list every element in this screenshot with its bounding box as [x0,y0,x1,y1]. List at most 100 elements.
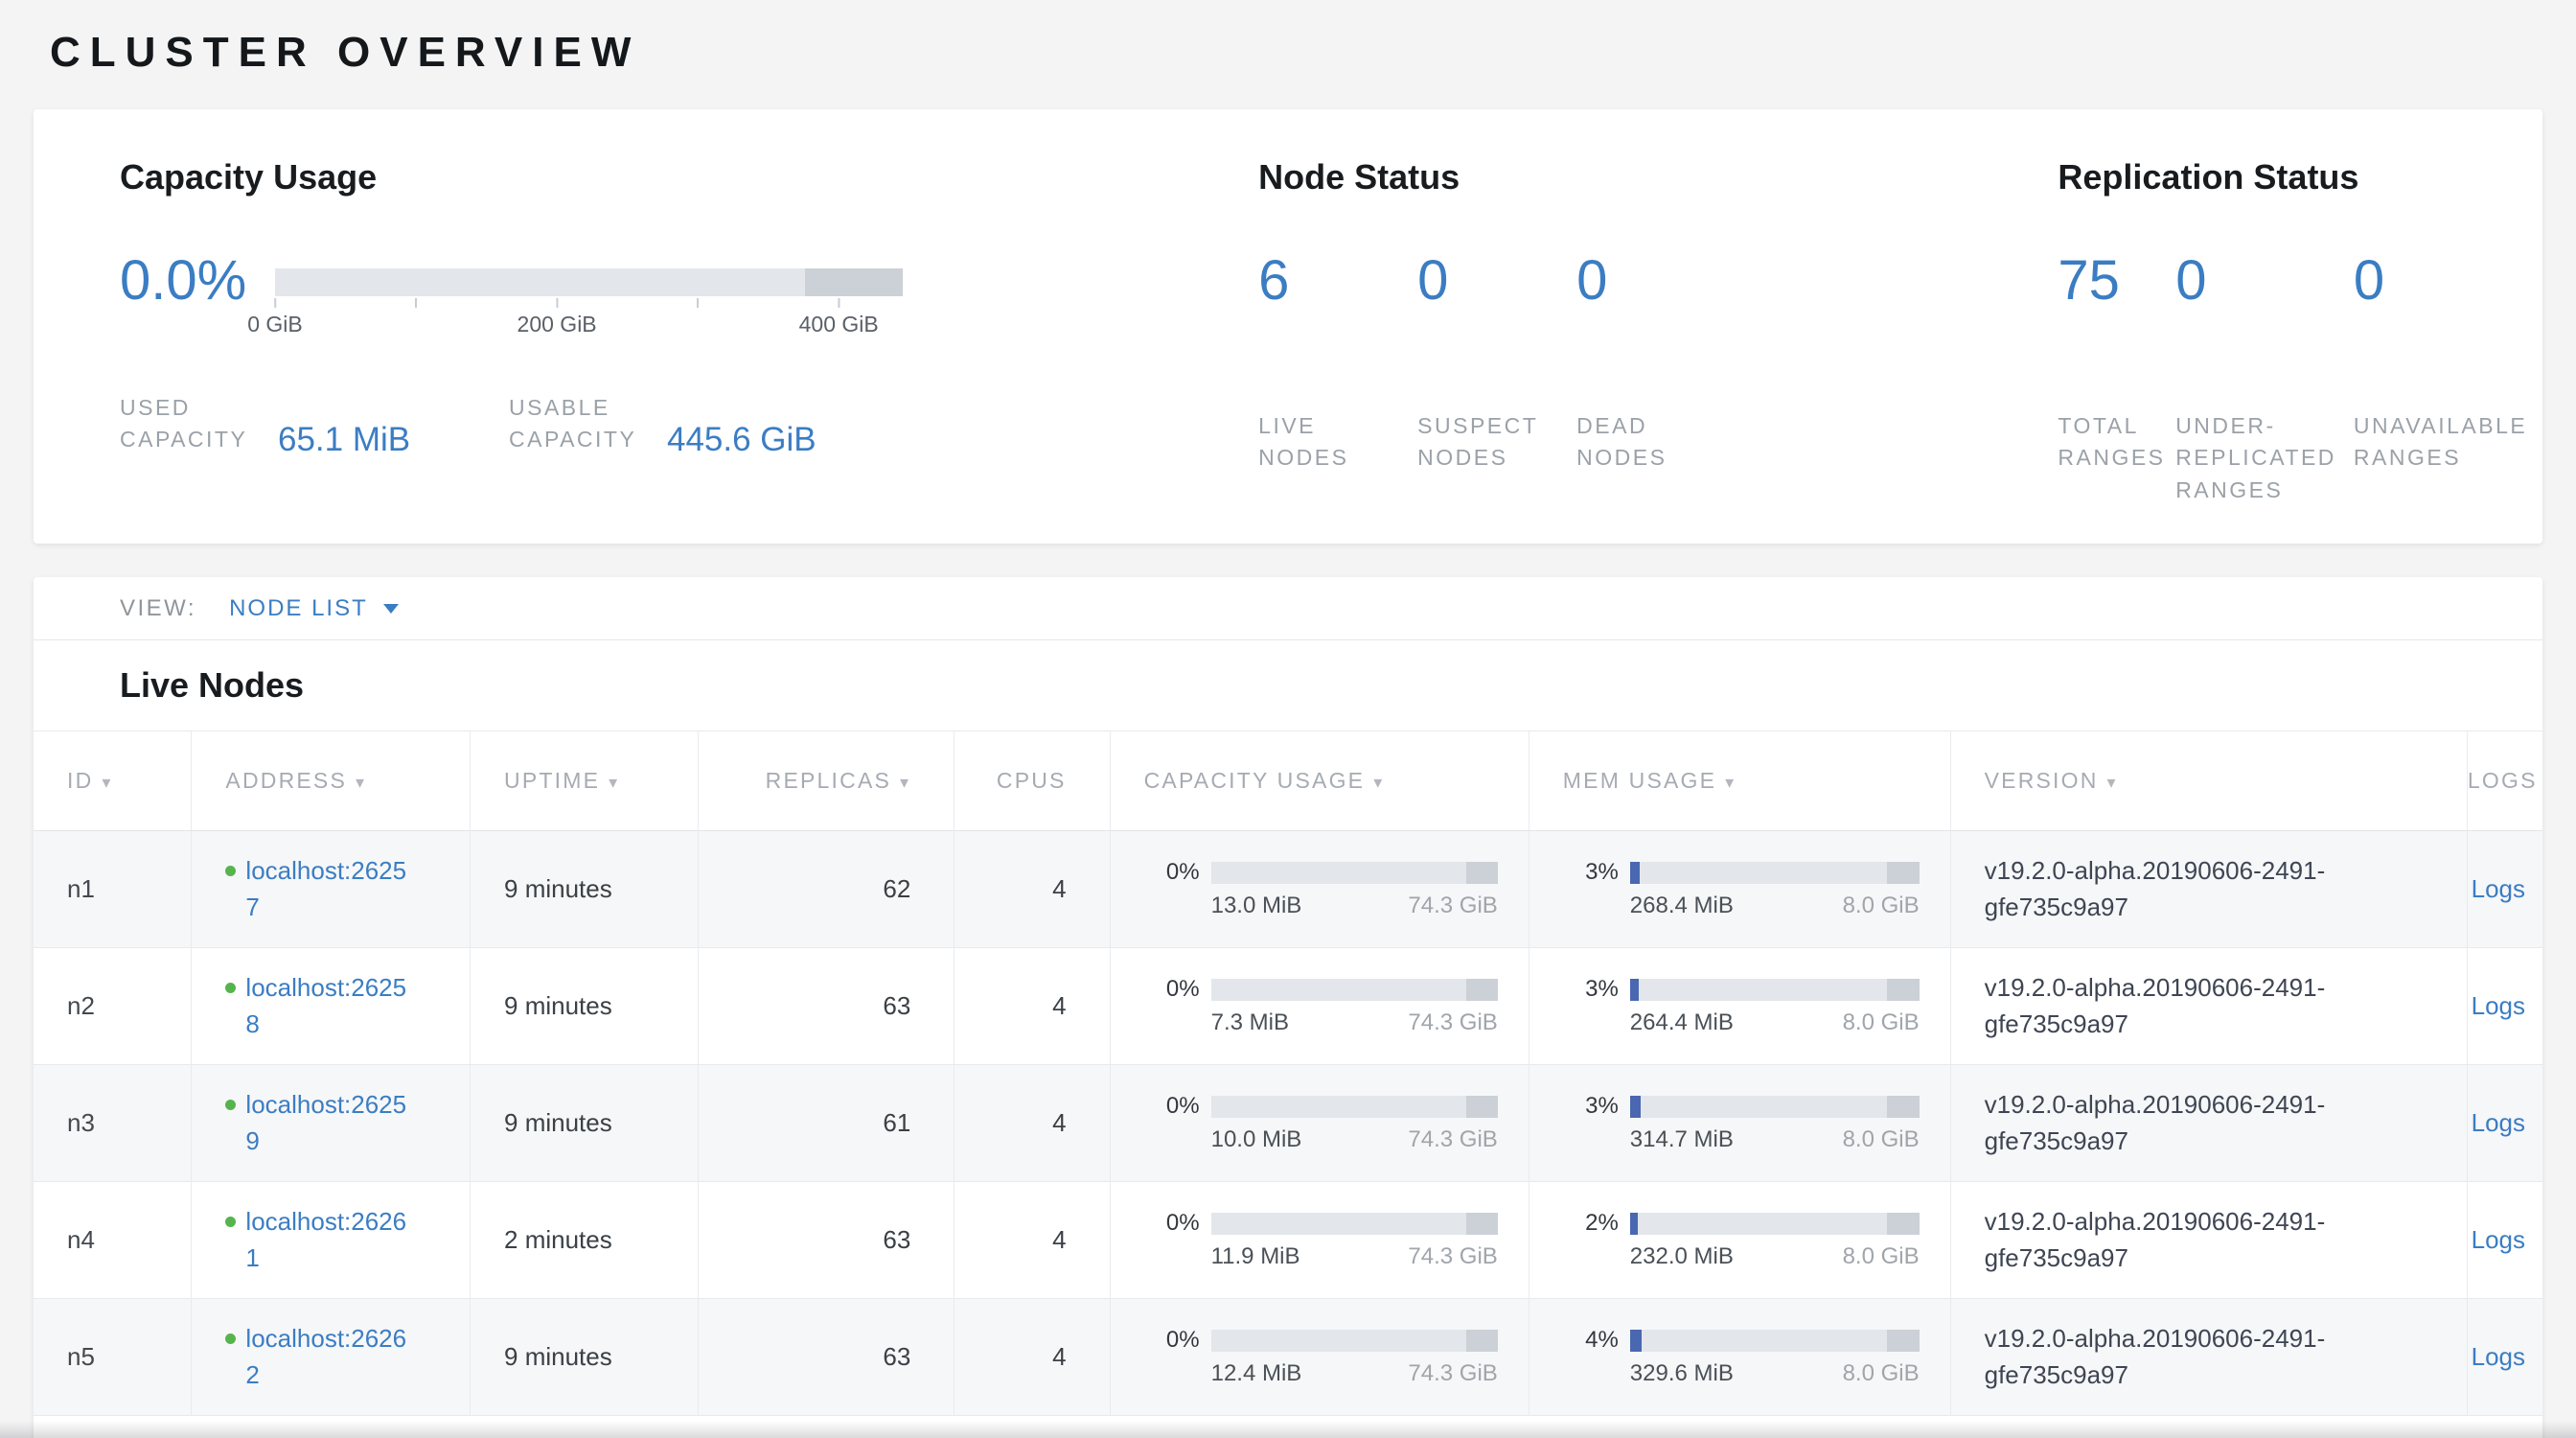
unavailable-ranges-value: 0 [2354,253,2542,309]
col-header-replicas[interactable]: REPLICAS▾ [699,731,954,831]
mem-mini-bar [1630,1096,1920,1118]
view-label: VIEW: [120,595,196,622]
logs-link[interactable]: Logs [2472,1108,2525,1137]
node-live-dot-icon [225,866,236,876]
logs-link[interactable]: Logs [2472,1342,2525,1371]
col-header-id[interactable]: ID▾ [34,731,192,831]
sort-caret-icon: ▾ [102,773,112,792]
mem-mini-bar [1630,862,1920,884]
mem-mini-bar [1630,1330,1920,1352]
total-ranges-stat: 75 TOTAL RANGES [2058,253,2175,506]
col-header-version[interactable]: VERSION▾ [1950,731,2467,831]
used-capacity-value: 65.1 MiB [278,423,410,458]
capacity-axis: 0 GiB 200 GiB 400 GiB [275,296,903,346]
total-ranges-label: TOTAL RANGES [2058,410,2175,475]
node-mem-cell: 3% 264.4 MiB8.0 GiB [1529,948,1950,1065]
node-capacity-cell: 0% 13.0 MiB74.3 GiB [1110,831,1529,948]
col-header-address[interactable]: ADDRESS▾ [192,731,471,831]
node-id: n4 [34,1182,192,1299]
capacity-usage-widget: 0% 13.0 MiB74.3 GiB [1144,859,1529,919]
suspect-nodes-stat: 0 SUSPECT NODES [1417,253,1576,475]
live-nodes-value: 6 [1258,253,1417,309]
table-row-partial [34,1416,2542,1438]
node-live-dot-icon [225,1217,236,1227]
node-replicas: 63 [699,948,954,1065]
node-live-dot-icon [225,1334,236,1344]
node-version: v19.2.0-alpha.20190606-2491-gfe735c9a97 [1950,1299,2467,1416]
mem-usage-widget: 3% 268.4 MiB8.0 GiB [1563,859,1950,919]
capacity-bar-reserved-segment [805,268,903,296]
node-status-section: Node Status 6 LIVE NODES 0 SUSPECT NODES… [1258,157,2058,506]
col-header-uptime[interactable]: UPTIME▾ [471,731,699,831]
node-live-dot-icon [225,1100,236,1110]
node-address-link[interactable]: localhost:26259 [245,1087,418,1159]
suspect-nodes-value: 0 [1417,253,1576,309]
node-address-link[interactable]: localhost:26257 [245,853,418,925]
node-address-link[interactable]: localhost:26261 [245,1204,418,1276]
summary-card: Capacity Usage 0.0% 0 GiB 200 GiB 400 Gi… [34,109,2542,544]
node-status-stats: 6 LIVE NODES 0 SUSPECT NODES 0 DEAD NODE… [1258,253,2058,475]
col-header-logs: LOGS [2467,731,2542,831]
axis-tick-minor [415,296,417,312]
col-header-cpus[interactable]: CPUS [954,731,1110,831]
node-uptime: 9 minutes [471,831,699,948]
node-cpus: 4 [954,1182,1110,1299]
capacity-usage-widget: 0% 12.4 MiB74.3 GiB [1144,1327,1529,1387]
view-selected-value: NODE LIST [229,595,368,622]
usable-capacity-stat: USABLE CAPACITY 445.6 GiB [509,392,816,456]
mem-mini-bar [1630,979,1920,1001]
node-address-cell: localhost:26262 [192,1299,471,1416]
node-logs-cell: Logs [2467,948,2542,1065]
table-row-n1: n1 localhost:26257 9 minutes 62 4 0% [34,831,2542,948]
col-header-capacity-usage[interactable]: CAPACITY USAGE▾ [1110,731,1529,831]
view-selector-dropdown[interactable]: NODE LIST [229,595,399,622]
capacity-mini-bar [1211,979,1498,1001]
node-capacity-cell: 0% 12.4 MiB74.3 GiB [1110,1299,1529,1416]
under-replicated-ranges-label: UNDER-REPLICATED RANGES [2175,410,2354,506]
node-replicas: 63 [699,1299,954,1416]
table-header-row: ID▾ ADDRESS▾ UPTIME▾ REPLICAS▾ CPUS CAPA… [34,731,2542,831]
replication-stats: 75 TOTAL RANGES 0 UNDER-REPLICATED RANGE… [2058,253,2542,506]
node-uptime: 2 minutes [471,1182,699,1299]
capacity-visual: 0.0% 0 GiB 200 GiB 400 GiB [120,253,1258,346]
axis-tick: 200 GiB [518,296,597,337]
nodes-card: VIEW: NODE LIST Live Nodes ID▾ ADDRESS▾ … [34,577,2542,1438]
dead-nodes-label: DEAD NODES [1576,410,1720,475]
chevron-down-icon [383,604,399,614]
node-address-link[interactable]: localhost:26258 [245,970,418,1042]
node-address-cell: localhost:26258 [192,948,471,1065]
replication-status-heading: Replication Status [2058,157,2542,197]
capacity-stats: USED CAPACITY 65.1 MiB USABLE CAPACITY 4… [120,392,1258,456]
node-version: v19.2.0-alpha.20190606-2491-gfe735c9a97 [1950,831,2467,948]
node-address-link[interactable]: localhost:26262 [245,1321,418,1393]
used-capacity-stat: USED CAPACITY 65.1 MiB [120,392,509,456]
node-logs-cell: Logs [2467,1299,2542,1416]
node-id: n1 [34,831,192,948]
node-address-cell: localhost:26257 [192,831,471,948]
live-nodes-label: LIVE NODES [1258,410,1402,475]
suspect-nodes-label: SUSPECT NODES [1417,410,1561,475]
mem-usage-widget: 3% 314.7 MiB8.0 GiB [1563,1093,1950,1153]
axis-tick: 0 GiB [247,296,303,337]
sort-caret-icon: ▾ [2107,773,2118,792]
node-mem-cell: 2% 232.0 MiB8.0 GiB [1529,1182,1950,1299]
usable-capacity-value: 445.6 GiB [667,423,816,458]
node-address-cell: localhost:26261 [192,1182,471,1299]
col-header-mem-usage[interactable]: MEM USAGE▾ [1529,731,1950,831]
axis-tick: 400 GiB [799,296,879,337]
mem-usage-widget: 4% 329.6 MiB8.0 GiB [1563,1327,1950,1387]
sort-caret-icon: ▾ [1725,773,1736,792]
table-row-n2: n2 localhost:26258 9 minutes 63 4 0% [34,948,2542,1065]
node-version: v19.2.0-alpha.20190606-2491-gfe735c9a97 [1950,1182,2467,1299]
cluster-overview-page: CLUSTER OVERVIEW Capacity Usage 0.0% 0 G… [0,0,2576,1438]
node-version: v19.2.0-alpha.20190606-2491-gfe735c9a97 [1950,1065,2467,1182]
node-capacity-cell: 0% 11.9 MiB74.3 GiB [1110,1182,1529,1299]
node-id: n2 [34,948,192,1065]
table-row-n3: n3 localhost:26259 9 minutes 61 4 0% [34,1065,2542,1182]
logs-link[interactable]: Logs [2472,1225,2525,1254]
node-replicas: 61 [699,1065,954,1182]
logs-link[interactable]: Logs [2472,991,2525,1020]
mem-mini-bar [1630,1213,1920,1235]
total-ranges-value: 75 [2058,253,2175,309]
logs-link[interactable]: Logs [2472,874,2525,903]
